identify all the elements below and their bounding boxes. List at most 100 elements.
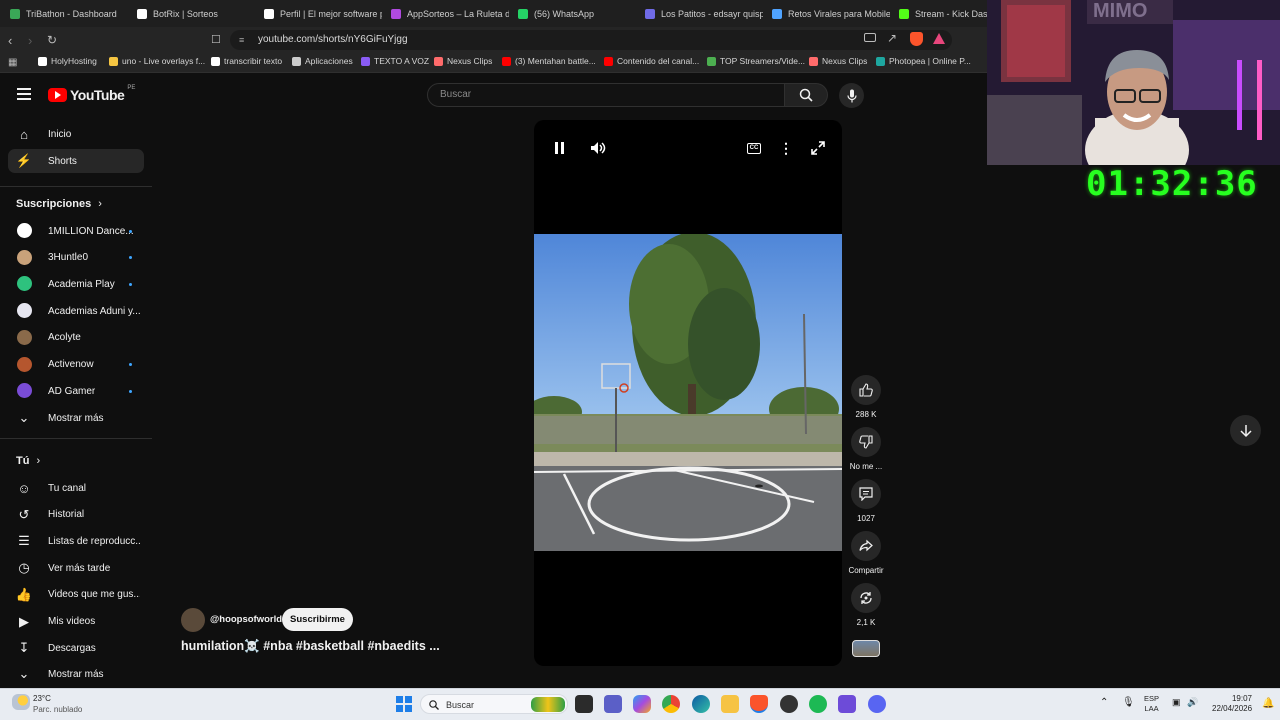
taskbar-search[interactable]: Buscar <box>420 694 568 714</box>
sidebar-item-subscription[interactable]: Academia Play <box>8 272 144 296</box>
bookmark-item[interactable]: uno - Live overlays f... <box>109 56 205 66</box>
bookmark-item[interactable]: Nexus Clips <box>434 56 492 66</box>
reload-icon[interactable]: ↻ <box>47 33 57 47</box>
spotify-icon[interactable] <box>809 695 827 713</box>
notifications-icon[interactable]: 🔔 <box>1262 698 1274 709</box>
sidebar-item-subscription[interactable]: 1MILLION Dance... <box>8 219 144 243</box>
sidebar-item-you[interactable]: ☺ Tu canal <box>8 476 144 500</box>
sidebar-item-home[interactable]: ⌂ Inicio <box>8 122 144 146</box>
share-button[interactable] <box>851 531 881 561</box>
cast-icon[interactable] <box>864 33 876 42</box>
bookmark-item[interactable]: HolyHosting <box>38 56 97 66</box>
app-grid-icon[interactable] <box>838 695 856 713</box>
bookmark-item[interactable]: Contenido del canal... <box>604 56 699 66</box>
downloads-icon: ↧ <box>18 640 30 656</box>
site-info-icon[interactable]: ≡ <box>239 30 244 50</box>
clock[interactable]: 19:07 22/04/2026 <box>1212 694 1252 714</box>
sidebar-item-you[interactable]: ◷ Ver más tarde <box>8 556 144 580</box>
subscriptions-heading[interactable]: Suscripciones › <box>16 198 102 210</box>
sidebar-item-subscription[interactable]: 3Huntle0 <box>8 246 144 270</box>
sidebar-item-subscription[interactable]: Academias Aduni y... <box>8 299 144 323</box>
bookmark-item[interactable]: Nexus Clips <box>809 56 867 66</box>
teams-icon[interactable] <box>604 695 622 713</box>
shorts-player[interactable]: CC ⋮ <box>534 120 842 666</box>
chrome-icon[interactable] <box>662 695 680 713</box>
weather-icon[interactable] <box>12 694 30 710</box>
sidebar-item-you[interactable]: ↧ Descargas <box>8 636 144 660</box>
volume-button[interactable] <box>588 138 608 158</box>
language-indicator[interactable]: ESP LAA <box>1144 694 1159 714</box>
bookmark-item[interactable]: TOP Streamers/Vide... <box>707 56 805 66</box>
sidebar-item-subscription[interactable]: Acolyte <box>8 326 144 350</box>
dislike-button[interactable] <box>851 427 881 457</box>
browser-tab[interactable]: AppSorteos – La Ruleta de <box>391 0 509 27</box>
sound-thumbnail[interactable] <box>852 640 880 657</box>
fullscreen-button[interactable] <box>808 138 828 158</box>
pause-button[interactable] <box>550 138 570 158</box>
url-field[interactable]: ≡ youtube.com/shorts/nY6GiFuYjgg <box>230 30 952 50</box>
sidebar-item-you[interactable]: ▶ Mis videos <box>8 610 144 634</box>
discord-icon[interactable] <box>868 695 886 713</box>
browser-tab[interactable]: Stream - Kick Dashbo <box>899 0 991 27</box>
youtube-logo[interactable]: YouTube PE <box>48 85 135 103</box>
browser-tab[interactable]: BotRix | Sorteos <box>137 0 255 27</box>
obs-icon[interactable] <box>780 695 798 713</box>
back-icon[interactable]: ‹ <box>8 33 12 48</box>
short-title[interactable]: humilation☠️ #nba #basketball #nbaedits … <box>181 639 440 654</box>
channel-avatar[interactable] <box>181 608 205 632</box>
search-input[interactable]: Buscar <box>427 83 785 107</box>
show-more-subscriptions[interactable]: ⌄ Mostrar más <box>8 406 144 430</box>
browser-tab[interactable]: Perfil | El mejor software p <box>264 0 382 27</box>
windows-start-icon[interactable] <box>396 696 412 712</box>
captions-button[interactable]: CC <box>744 138 764 158</box>
share-page-icon[interactable]: ↗ <box>887 31 897 45</box>
browser-tab[interactable]: TriBathon - Dashboard <box>10 0 128 27</box>
next-short-button[interactable] <box>1230 415 1261 446</box>
comments-button[interactable] <box>851 479 881 509</box>
forward-icon[interactable]: › <box>28 33 32 48</box>
more-options-icon[interactable]: ⋮ <box>776 138 796 158</box>
browser-tab[interactable]: (56) WhatsApp <box>518 0 636 27</box>
browser-tab[interactable]: Los Patitos - edsayr quisp <box>645 0 763 27</box>
share-label: Compartir <box>848 566 884 575</box>
remix-button[interactable] <box>851 583 881 613</box>
bookmark-item[interactable]: transcribir texto <box>211 56 282 66</box>
apps-grid-icon[interactable]: ▦ <box>8 57 17 68</box>
voice-search-button[interactable] <box>839 83 864 108</box>
sidebar-item-you[interactable]: ☰ Listas de reproducc... <box>8 529 144 553</box>
weather-temp[interactable]: 23°C <box>33 694 51 703</box>
brave-taskbar-icon[interactable] <box>750 695 768 713</box>
search-button[interactable] <box>785 83 828 107</box>
sidebar-item-subscription[interactable]: Activenow <box>8 353 144 377</box>
weather-description[interactable]: Parc. nublado <box>33 705 82 714</box>
bookmark-favicon-icon <box>876 56 885 66</box>
remix-count: 2,1 K <box>856 618 876 627</box>
tray-chevron-icon[interactable]: ⌃ <box>1100 697 1108 708</box>
subscribe-button[interactable]: Suscribirme <box>282 608 353 631</box>
network-icon[interactable]: ▣ <box>1172 697 1181 708</box>
channel-name[interactable]: @hoopsofworld <box>210 614 282 625</box>
bookmark-item[interactable]: Aplicaciones <box>292 56 353 66</box>
tray-mic-icon[interactable]: 🎙 <box>1122 697 1135 708</box>
sidebar-item-you[interactable]: 👍 Videos que me gus... <box>8 583 144 607</box>
menu-icon[interactable] <box>17 88 31 100</box>
bookmark-icon[interactable]: ☐ <box>211 33 221 46</box>
file-explorer-icon[interactable] <box>721 695 739 713</box>
volume-tray-icon[interactable]: 🔊 <box>1187 697 1198 708</box>
like-button[interactable] <box>851 375 881 405</box>
edge-icon[interactable] <box>692 695 710 713</box>
sidebar-item-shorts[interactable]: ⚡ Shorts <box>8 149 144 173</box>
copilot-icon[interactable] <box>633 695 651 713</box>
brave-shield-icon[interactable] <box>910 32 923 46</box>
sidebar-item-subscription[interactable]: AD Gamer <box>8 379 144 403</box>
bookmark-item[interactable]: (3) Mentahan battle... <box>502 56 596 66</box>
sidebar-item-label: Activenow <box>48 359 94 370</box>
you-heading[interactable]: Tú › <box>16 455 40 467</box>
bookmark-item[interactable]: TEXTO A VOZ <box>361 56 429 66</box>
browser-tab[interactable]: Retos Virales para Mobile <box>772 0 890 27</box>
bookmark-item[interactable]: Photopea | Online P... <box>876 56 971 66</box>
brave-rewards-icon[interactable] <box>933 33 945 44</box>
sidebar-item-you[interactable]: ↺ Historial <box>8 503 144 527</box>
task-view-icon[interactable] <box>575 695 593 713</box>
show-more-you[interactable]: ⌄ Mostrar más <box>8 662 144 686</box>
